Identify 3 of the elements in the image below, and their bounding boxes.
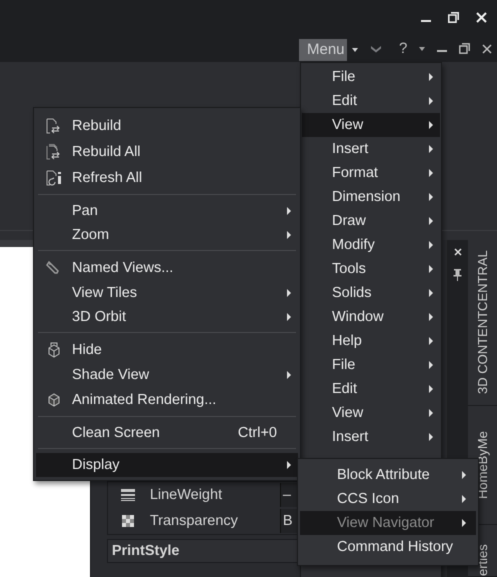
shortcut-label: Ctrl+0 bbox=[238, 425, 277, 441]
property-label: Transparency bbox=[148, 513, 239, 529]
property-label: LineWeight bbox=[148, 487, 224, 503]
